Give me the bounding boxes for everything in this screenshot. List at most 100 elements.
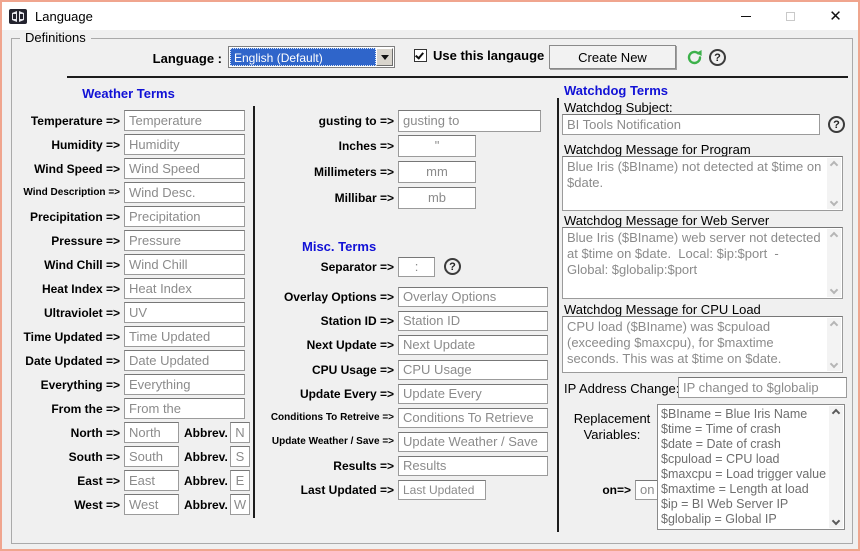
weather-row: Heat Index =>Heat Index (12, 278, 245, 299)
scroll-down-icon[interactable] (830, 198, 838, 206)
west-input[interactable]: West (124, 494, 179, 515)
separator-input[interactable]: : (398, 257, 435, 277)
list-item[interactable]: $ip = BI Web Server IP (661, 497, 827, 512)
list-item[interactable]: $time = Time of crash (661, 422, 827, 437)
language-dropdown[interactable]: English (Default) (228, 46, 395, 68)
list-item[interactable]: $globalip = Global IP (661, 512, 827, 527)
unit-row: Millibar =>mb (257, 187, 476, 208)
east-abbrev-input[interactable]: E (230, 470, 250, 491)
direction-row: North =>NorthAbbrev.N (12, 422, 250, 443)
app-icon (9, 9, 27, 24)
inches-input[interactable]: " (398, 135, 476, 157)
precipitation-input[interactable]: Precipitation (124, 206, 245, 227)
field-label: Next Update => (257, 338, 394, 352)
date-updated-input[interactable]: Date Updated (124, 350, 245, 371)
west-abbrev-input[interactable]: W (230, 494, 250, 515)
separator-help-icon[interactable]: ? (444, 258, 461, 275)
everything-input[interactable]: Everything (124, 374, 245, 395)
north-input[interactable]: North (124, 422, 179, 443)
pressure-input[interactable]: Pressure (124, 230, 245, 251)
list-item[interactable]: $BIname = Blue Iris Name (661, 407, 827, 422)
list-item[interactable]: $cpuload = CPU load (661, 452, 827, 467)
update-weather-save-input[interactable]: Update Weather / Save (398, 432, 548, 452)
south-input[interactable]: South (124, 446, 179, 467)
list-item[interactable]: $maxtime = Length at load (661, 482, 827, 497)
overlay-options-input[interactable]: Overlay Options (398, 287, 548, 307)
cpu-usage-input[interactable]: CPU Usage (398, 360, 548, 380)
conditions-to-retrieve-input[interactable]: Conditions To Retrieve (398, 408, 548, 428)
scrollbar[interactable] (827, 318, 841, 371)
misc-row: Update Every =>Update Every (257, 383, 548, 404)
millibar-input[interactable]: mb (398, 187, 476, 209)
scroll-up-icon[interactable] (830, 232, 838, 240)
watchdog-program-textarea[interactable]: Blue Iris ($BIname) not detected at $tim… (562, 156, 843, 211)
language-selected-value: English (Default) (230, 48, 376, 66)
create-new-button[interactable]: Create New (549, 45, 676, 69)
millimeters-input[interactable]: mm (398, 161, 476, 183)
last-updated-input[interactable]: Last Updated (398, 480, 486, 500)
scroll-down-icon[interactable] (830, 286, 838, 294)
window-title: Language (35, 9, 93, 24)
close-button[interactable]: ✕ (813, 2, 858, 30)
separator-row: Separator => : ? (257, 256, 461, 277)
chevron-down-icon (381, 55, 389, 60)
list-item[interactable]: $date = Date of crash (661, 437, 827, 452)
ultraviolet-input[interactable]: UV (124, 302, 245, 323)
help-icon[interactable]: ? (709, 49, 726, 66)
gusting-to-input[interactable]: gusting to (398, 110, 541, 132)
definitions-legend: Definitions (20, 30, 91, 45)
scrollbar[interactable] (827, 158, 841, 209)
replacement-variables-listbox[interactable]: $BIname = Blue Iris Name $time = Time of… (657, 404, 845, 530)
time-updated-input[interactable]: Time Updated (124, 326, 245, 347)
south-abbrev-input[interactable]: S (230, 446, 250, 467)
top-divider (67, 76, 848, 78)
field-label: Wind Description => (12, 187, 120, 198)
list-item[interactable]: $maxcpu = Load trigger value (661, 467, 827, 482)
humidity-input[interactable]: Humidity (124, 134, 245, 155)
weather-row: Wind Chill =>Wind Chill (12, 254, 245, 275)
use-language-checkbox[interactable] (414, 49, 427, 62)
field-label: Results => (257, 459, 394, 473)
scrollbar[interactable] (829, 406, 843, 528)
east-input[interactable]: East (124, 470, 179, 491)
dropdown-button[interactable] (376, 48, 393, 66)
scroll-down-icon[interactable] (830, 360, 838, 368)
temperature-input[interactable]: Temperature (124, 110, 245, 131)
last-updated-row: Last Updated => Last Updated on=> on (257, 479, 659, 500)
scroll-up-icon[interactable] (832, 409, 840, 417)
scrollbar[interactable] (827, 229, 841, 297)
field-label: Inches => (257, 139, 394, 153)
watchdog-subject-input[interactable]: BI Tools Notification (562, 114, 820, 135)
on-input[interactable]: on (635, 480, 659, 500)
ip-address-change-input[interactable]: IP changed to $globalip (678, 377, 847, 398)
from-the-input[interactable]: From the (124, 398, 245, 419)
watchdog-subject-label: Watchdog Subject: (564, 100, 673, 115)
abbrev-label: Abbrev. (184, 426, 226, 440)
field-label: CPU Usage => (257, 363, 394, 377)
scroll-up-icon[interactable] (830, 161, 838, 169)
watchdog-cpu-textarea[interactable]: CPU load ($BIname) was $cpuload (exceedi… (562, 316, 843, 373)
watchdog-help-icon[interactable]: ? (828, 116, 845, 133)
wind-chill-input[interactable]: Wind Chill (124, 254, 245, 275)
field-label: Pressure => (12, 234, 120, 248)
wind-description-input[interactable]: Wind Desc. (124, 182, 245, 203)
weather-row: Humidity =>Humidity (12, 134, 245, 155)
north-abbrev-input[interactable]: N (230, 422, 250, 443)
check-icon (415, 50, 424, 59)
wind-speed-input[interactable]: Wind Speed (124, 158, 245, 179)
misc-terms-header: Misc. Terms (302, 239, 376, 254)
misc-row: Conditions To Retreive =>Conditions To R… (257, 407, 548, 428)
next-update-input[interactable]: Next Update (398, 335, 548, 355)
station-id-input[interactable]: Station ID (398, 311, 548, 331)
update-every-input[interactable]: Update Every (398, 384, 548, 404)
scroll-down-icon[interactable] (832, 517, 840, 525)
results-input[interactable]: Results (398, 456, 548, 476)
maximize-button[interactable] (768, 2, 813, 30)
watchdog-web-textarea[interactable]: Blue Iris ($BIname) web server not detec… (562, 227, 843, 299)
minimize-button[interactable] (723, 2, 768, 30)
field-label: Date Updated => (12, 354, 120, 368)
scroll-up-icon[interactable] (830, 321, 838, 329)
heat-index-input[interactable]: Heat Index (124, 278, 245, 299)
refresh-icon[interactable] (686, 49, 703, 66)
field-label: gusting to => (257, 114, 394, 128)
